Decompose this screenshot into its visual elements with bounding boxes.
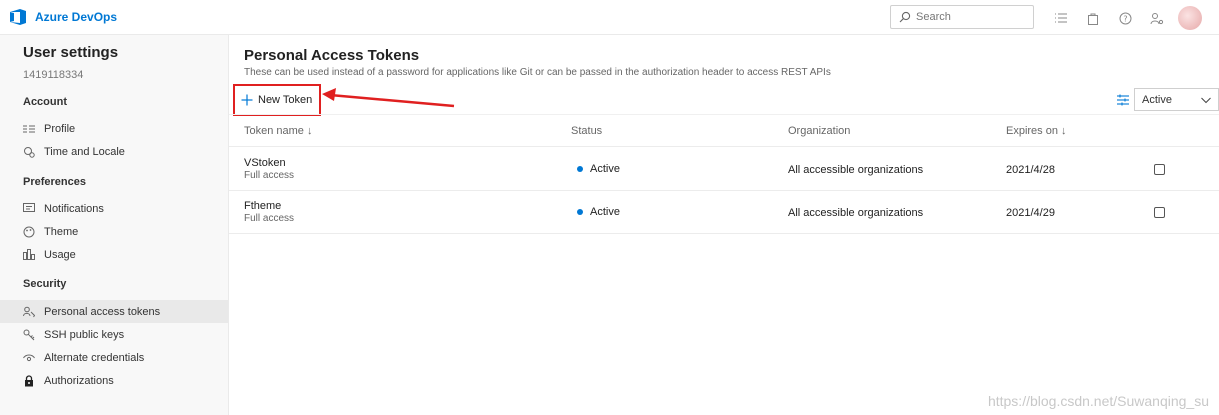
section-preferences: Preferences (23, 176, 86, 188)
sidebar-item-ssh-public-keys[interactable]: SSH public keys (0, 323, 228, 346)
shopping-bag-icon[interactable] (1082, 7, 1104, 29)
user-settings-icon[interactable] (1146, 7, 1168, 29)
status-filter-value: Active (1142, 93, 1172, 106)
key-icon (23, 329, 35, 341)
token-name-cell: VStoken Full access (244, 157, 294, 181)
status-text: Active (590, 206, 620, 218)
status-dot (577, 166, 583, 173)
profile-icon (23, 123, 35, 135)
expires-cell: 2021/4/28 (1006, 164, 1055, 176)
sidebar-item-theme[interactable]: Theme (0, 220, 228, 243)
expires-cell: 2021/4/29 (1006, 207, 1055, 219)
search-icon (899, 11, 911, 23)
row-checkbox[interactable] (1154, 207, 1165, 218)
plus-icon (241, 94, 253, 106)
sidebar-item-usage[interactable]: Usage (0, 243, 228, 266)
sidebar-item-label: Profile (44, 122, 76, 135)
token-access: Full access (244, 170, 295, 181)
main-content: Personal Access Tokens These can be used… (229, 35, 1219, 415)
watermark: https://blog.csdn.net/Suwanqing_su (987, 393, 1209, 409)
chart-icon (23, 249, 35, 261)
new-token-button[interactable]: New Token (233, 84, 321, 116)
status-cell: Active (577, 163, 620, 175)
sidebar-item-label: Theme (44, 225, 79, 238)
filter-icon[interactable] (1116, 93, 1130, 107)
sidebar-item-personal-access-tokens[interactable]: Personal access tokens (0, 300, 228, 323)
organization-cell: All accessible organizations (788, 164, 924, 176)
section-security: Security (23, 278, 67, 290)
brand[interactable]: Azure DevOps (8, 8, 117, 26)
token-name-cell: Ftheme Full access (244, 200, 294, 224)
row-checkbox[interactable] (1154, 164, 1165, 175)
table-row[interactable]: Ftheme Full access Active All accessible… (229, 191, 1219, 234)
sidebar: User settings 1419118334 Account Profile… (0, 35, 229, 415)
token-name[interactable]: VStoken (244, 157, 294, 169)
new-token-label: New Token (258, 94, 313, 106)
key-people-icon (23, 306, 35, 318)
eye-icon (23, 352, 35, 364)
sidebar-item-label: Alternate credentials (44, 351, 145, 364)
status-text: Active (590, 163, 620, 175)
sidebar-item-authorizations[interactable]: Authorizations (0, 369, 228, 392)
sidebar-item-time-and-locale[interactable]: Time and Locale (0, 140, 228, 163)
help-icon[interactable]: ? (1114, 7, 1136, 29)
palette-icon (23, 226, 35, 238)
sidebar-item-alternate-credentials[interactable]: Alternate credentials (0, 346, 228, 369)
sidebar-item-label: Personal access tokens (44, 305, 161, 318)
status-dot (577, 209, 583, 216)
message-icon (23, 203, 35, 215)
search-placeholder: Search (916, 11, 951, 23)
user-id: 1419118334 (23, 69, 84, 81)
page-title: Personal Access Tokens (244, 47, 420, 64)
avatar[interactable] (1178, 6, 1202, 30)
column-token-name[interactable]: Token name ↓ (244, 125, 312, 137)
sidebar-item-profile[interactable]: Profile (0, 117, 228, 140)
search-input[interactable]: Search (890, 5, 1034, 29)
sidebar-title: User settings (23, 44, 119, 61)
sidebar-item-label: Usage (44, 248, 76, 261)
list-icon[interactable] (1050, 7, 1072, 29)
organization-cell: All accessible organizations (788, 207, 924, 219)
section-account: Account (23, 96, 67, 108)
table-row[interactable]: VStoken Full access Active All accessibl… (229, 148, 1219, 191)
column-organization: Organization (788, 125, 851, 137)
sidebar-item-label: Time and Locale (44, 145, 125, 158)
sidebar-item-label: Authorizations (44, 374, 114, 387)
table-header: Token name ↓ Status Organization Expires… (229, 114, 1219, 147)
azure-devops-logo-icon (10, 9, 26, 25)
column-expires-on[interactable]: Expires on ↓ (1006, 125, 1067, 137)
svg-text:?: ? (1123, 14, 1127, 23)
status-cell: Active (577, 206, 620, 218)
brand-name: Azure DevOps (35, 10, 118, 24)
sidebar-item-label: Notifications (44, 202, 104, 215)
status-filter-dropdown[interactable]: Active (1134, 88, 1219, 111)
column-status: Status (571, 125, 603, 137)
top-bar: Azure DevOps Search ? (0, 0, 1219, 35)
page-description: These can be used instead of a password … (244, 67, 831, 78)
token-access: Full access (244, 213, 295, 224)
globe-icon (23, 146, 35, 158)
sidebar-item-label: SSH public keys (44, 328, 125, 341)
token-name[interactable]: Ftheme (244, 200, 294, 212)
sidebar-item-notifications[interactable]: Notifications (0, 197, 228, 220)
lock-icon (23, 374, 35, 387)
chevron-down-icon (1201, 97, 1211, 104)
